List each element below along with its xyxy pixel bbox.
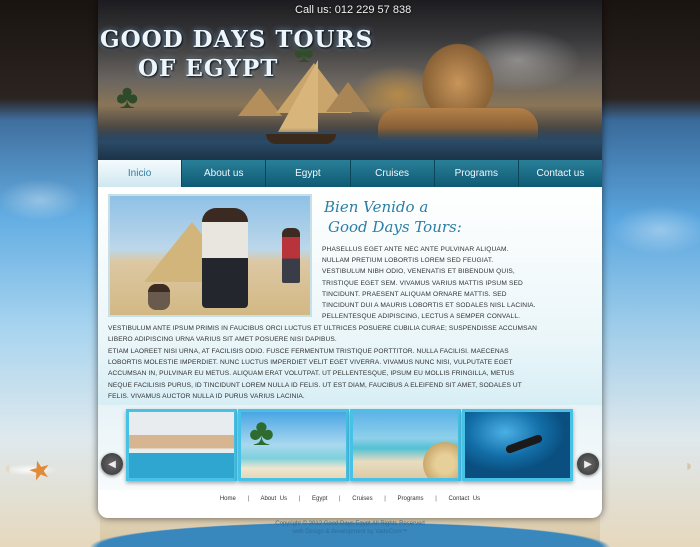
copyright-block: Copyright © 2012 Good Days Egypt All Rig… (0, 520, 700, 536)
seashell-icon: ◑ (682, 458, 692, 475)
footer-link-about-us[interactable]: About Us (260, 496, 287, 502)
logo-subtitle[interactable]: OF EGYPT (138, 55, 278, 82)
footer-link-egypt[interactable]: Egypt (312, 496, 327, 502)
intro-text: PHASELLUS EGET ANTE NEC ANTE PULVINAR AL… (322, 246, 536, 321)
footer-link-home[interactable]: Home (220, 496, 236, 502)
copyright-text: Copyright © 2012 Good Days Egypt All Rig… (275, 521, 425, 527)
right-beach-background: ◑ (600, 0, 700, 547)
nav-item-cruises[interactable]: Cruises (351, 160, 435, 187)
gallery-thumb-villa-pool[interactable] (126, 409, 237, 481)
footer-separator: | (435, 496, 437, 502)
nav-item-about-us[interactable]: About us (182, 160, 267, 187)
felucca-sail-icon (278, 60, 318, 132)
main-navigation: Inicio About us Egypt Cruises Programs C… (98, 160, 602, 187)
image-gallery: ◀ ♣ ▶ (98, 405, 602, 490)
nav-item-contact-us[interactable]: Contact us (519, 160, 602, 187)
palm-tree-icon: ♣ (249, 412, 274, 454)
left-beach-background: ◐ ★ (0, 0, 100, 547)
man-figure (282, 228, 300, 283)
phone-number: Call us: 012 229 57 838 (295, 4, 412, 16)
main-content: Bien Venido a Good Days Tours: PHASELLUS… (98, 187, 602, 407)
diver-icon (504, 433, 544, 455)
footer-navigation: Home | About Us | Egypt | Cruises | Prog… (98, 496, 602, 502)
nav-item-egypt[interactable]: Egypt (266, 160, 351, 187)
welcome-line-1: Bien Venido a (324, 198, 429, 216)
sun-hat-icon (423, 442, 458, 478)
developer-credit: web Design & development by VadeCom™ (292, 529, 408, 535)
footer-separator: | (384, 496, 386, 502)
seashell-icon: ◐ (4, 458, 15, 478)
gallery-thumb-scuba-diver[interactable] (462, 409, 573, 481)
nav-item-programs[interactable]: Programs (435, 160, 519, 187)
palm-tree-icon: ♣ (116, 78, 139, 116)
footer-link-cruises[interactable]: Cruises (352, 496, 372, 502)
woman-figure (202, 208, 248, 308)
nav-item-inicio[interactable]: Inicio (98, 160, 183, 187)
chevron-right-icon[interactable]: ▶ (577, 453, 599, 475)
footer-separator: | (298, 496, 301, 502)
pyramid-icon (326, 82, 370, 112)
footer-link-programs[interactable]: Programs (398, 496, 424, 502)
boat-icon (266, 134, 336, 144)
tourists-at-pyramid-photo (108, 194, 312, 317)
chevron-left-icon[interactable]: ◀ (101, 453, 123, 475)
page-container: ♣ ♣ Call us: 012 229 57 838 GOOD DAYS TO… (98, 0, 602, 518)
child-figure (148, 284, 170, 310)
body-paragraph-2: ETIAM LAOREET NISI URNA, AT FACILISIS OD… (108, 348, 522, 400)
logo-title[interactable]: GOOD DAYS TOURS (100, 26, 373, 53)
starfish-icon: ★ (24, 452, 55, 488)
gallery-thumb-beach-hat[interactable] (350, 409, 461, 481)
footer-separator: | (247, 496, 250, 502)
body-paragraph-1: VESTIBULUM ANTE IPSUM PRIMIS IN FAUCIBUS… (108, 325, 537, 344)
welcome-heading: Bien Venido a Good Days Tours: (324, 197, 594, 237)
footer-link-contact-us[interactable]: Contact Us (448, 496, 480, 502)
footer-separator: | (339, 496, 341, 502)
welcome-line-2: Good Days Tours: (328, 218, 462, 236)
header-banner: ♣ ♣ Call us: 012 229 57 838 GOOD DAYS TO… (98, 0, 602, 162)
gallery-thumb-palm-beach[interactable]: ♣ (238, 409, 349, 481)
nile-water (98, 128, 602, 162)
